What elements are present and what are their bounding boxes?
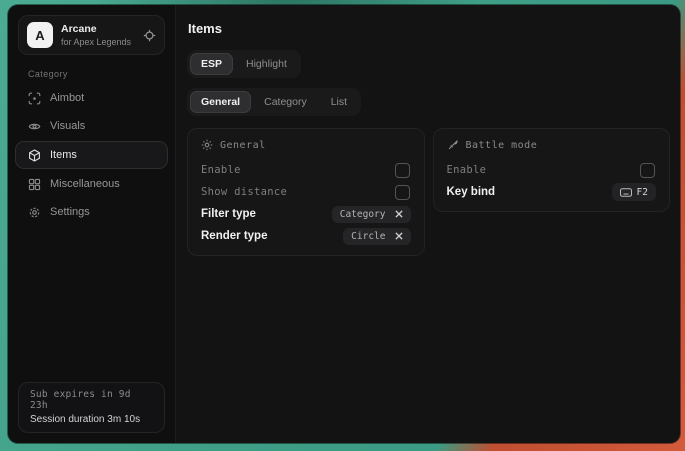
row-show-distance: Show distance: [201, 181, 411, 203]
tab-category[interactable]: Category: [253, 91, 318, 113]
sidebar-item-label: Visuals: [50, 120, 85, 132]
sidebar: A Arcane for Apex Legends Category: [8, 5, 176, 443]
select-value: Circle: [351, 231, 385, 242]
row-enable: Enable: [447, 159, 657, 181]
grid-icon: [28, 178, 41, 191]
battle-enable-checkbox[interactable]: [640, 163, 655, 178]
sidebar-item-items[interactable]: Items: [15, 141, 168, 169]
app-header-card: A Arcane for Apex Legends: [18, 15, 165, 55]
select-value: Category: [340, 209, 386, 220]
eye-icon: [28, 120, 41, 133]
row-render-type: Render type Circle: [201, 225, 411, 247]
row-label: Filter type: [201, 208, 256, 220]
sun-icon: [201, 139, 213, 151]
card-title: General: [220, 140, 266, 151]
row-label: Enable: [447, 164, 487, 176]
card-battle-mode-header: Battle mode: [447, 138, 657, 152]
render-type-select[interactable]: Circle: [343, 228, 410, 245]
app-title-block: Arcane for Apex Legends: [61, 23, 131, 48]
sidebar-item-settings[interactable]: Settings: [8, 199, 175, 225]
mode-tabs: ESP Highlight: [187, 50, 301, 78]
clear-x-icon[interactable]: [395, 210, 403, 218]
row-label: Enable: [201, 164, 241, 176]
app-name: Arcane: [61, 23, 131, 35]
keyboard-icon: [620, 188, 632, 197]
session-info-box: Sub expires in 9d 23h Session duration 3…: [18, 382, 165, 433]
session-duration-text: Session duration 3m 10s: [30, 414, 153, 425]
sidebar-item-miscellaneous[interactable]: Miscellaneous: [8, 171, 175, 197]
card-general: General Enable Show distance Filter type…: [187, 128, 425, 256]
sword-icon: [447, 139, 459, 151]
sidebar-item-label: Items: [50, 149, 77, 161]
view-tabs: General Category List: [187, 88, 361, 116]
page-title: Items: [188, 21, 670, 36]
card-title: Battle mode: [466, 140, 538, 151]
keybind-value: F2: [637, 187, 648, 198]
view-tabs-row: General Category List: [187, 88, 670, 116]
gear-icon: [28, 206, 41, 219]
row-label: Show distance: [201, 186, 287, 198]
sidebar-item-label: Settings: [50, 206, 90, 218]
settings-cards: General Enable Show distance Filter type…: [187, 128, 670, 256]
filter-type-select[interactable]: Category: [332, 206, 411, 223]
sidebar-item-aimbot[interactable]: Aimbot: [8, 85, 175, 111]
app-logo: A: [27, 22, 53, 48]
row-enable: Enable: [201, 159, 411, 181]
sidebar-item-label: Aimbot: [50, 92, 84, 104]
show-distance-checkbox[interactable]: [395, 185, 410, 200]
enable-checkbox[interactable]: [395, 163, 410, 178]
clear-x-icon[interactable]: [395, 232, 403, 240]
crosshair-target-icon[interactable]: [143, 29, 156, 42]
sidebar-item-visuals[interactable]: Visuals: [8, 113, 175, 139]
card-battle-mode: Battle mode Enable Key bind: [433, 128, 671, 212]
tab-general[interactable]: General: [190, 91, 251, 113]
main-content: Items ESP Highlight General Category Lis…: [176, 5, 680, 443]
cube-icon: [28, 149, 41, 162]
cheat-menu-window: A Arcane for Apex Legends Category: [8, 5, 680, 443]
row-label: Key bind: [447, 186, 496, 198]
game-background: A Arcane for Apex Legends Category: [0, 0, 685, 451]
tab-list[interactable]: List: [320, 91, 358, 113]
tab-highlight[interactable]: Highlight: [235, 53, 298, 75]
row-label: Render type: [201, 230, 267, 242]
app-subtitle: for Apex Legends: [61, 37, 131, 48]
sidebar-nav: Aimbot Visuals: [8, 85, 175, 227]
tab-esp[interactable]: ESP: [190, 53, 233, 75]
sub-expiry-text: Sub expires in 9d 23h: [30, 389, 153, 411]
keybind-button[interactable]: F2: [612, 183, 656, 201]
scan-crosshair-icon: [28, 92, 41, 105]
card-general-header: General: [201, 138, 411, 152]
row-filter-type: Filter type Category: [201, 203, 411, 225]
sidebar-item-label: Miscellaneous: [50, 178, 120, 190]
mode-tabs-row: ESP Highlight: [187, 50, 670, 78]
category-section-label: Category: [28, 69, 175, 79]
row-key-bind: Key bind F2: [447, 181, 657, 203]
